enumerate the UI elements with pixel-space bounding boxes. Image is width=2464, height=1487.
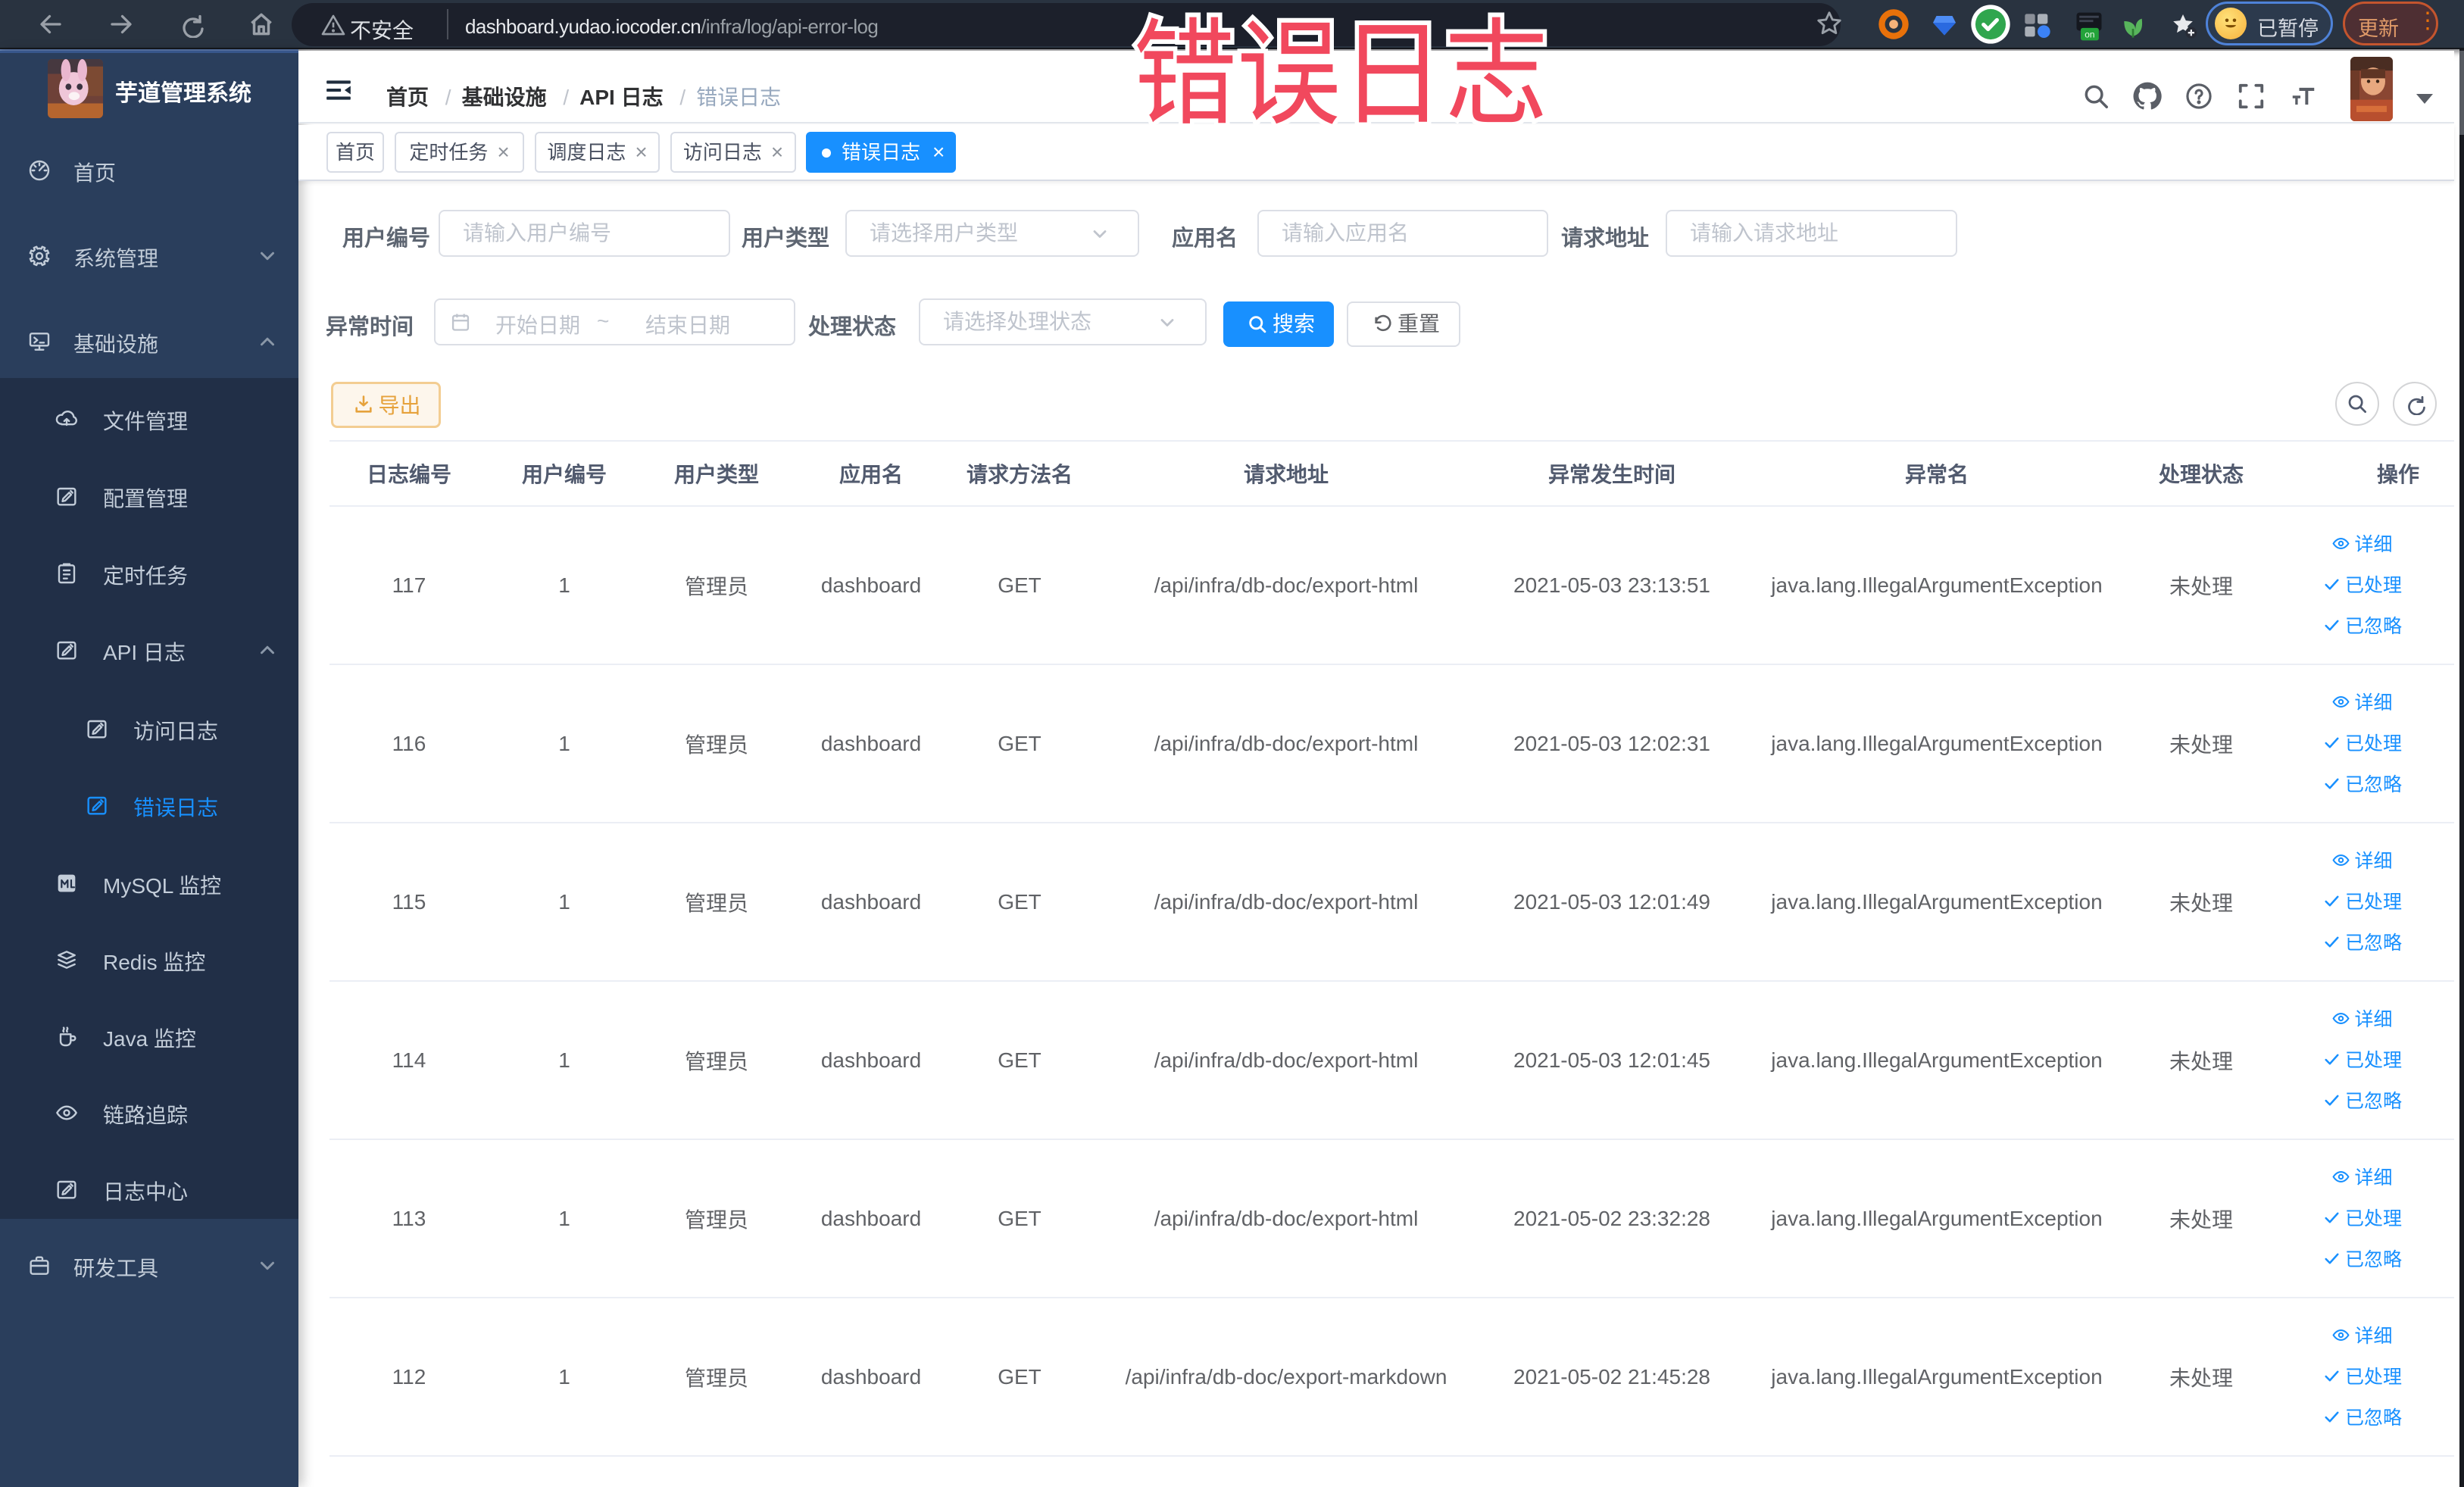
svg-text:on: on [2085,30,2094,40]
svg-text:错误日志: 错误日志 [1133,10,1548,139]
